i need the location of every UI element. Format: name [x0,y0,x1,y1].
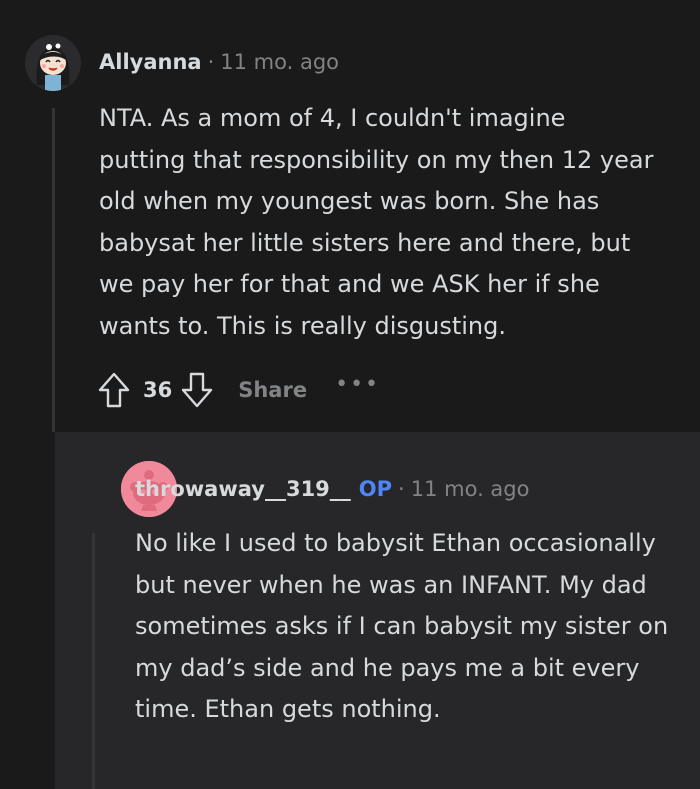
meta-separator: · [398,477,405,501]
thread-collapse-line[interactable] [92,533,95,789]
cartoon-girl-avatar-icon [25,35,81,91]
comment-meta: Allyanna · 11 mo. ago [99,50,339,74]
share-button[interactable]: Share [238,378,307,402]
comment-username[interactable]: Allyanna [99,50,202,74]
downvote-icon[interactable] [180,371,214,409]
op-badge: OP [358,477,393,501]
reply-comment: throwaway__319__ OP · 11 mo. ago No like I … [55,432,700,789]
comment-actions: 36 Share ••• [97,368,380,412]
comment-body: NTA. As a mom of 4, I couldn't imagine p… [99,104,654,340]
meta-separator: · [207,50,215,74]
reply-meta: throwaway__319__ OP · 11 mo. ago [135,477,529,501]
more-options-button[interactable]: ••• [335,372,380,397]
avatar[interactable] [25,35,81,91]
parent-comment: Allyanna · 11 mo. ago NTA. As a mom of 4, … [0,0,700,432]
reply-username[interactable]: throwaway__319__ [135,477,351,501]
reply-body: No like I used to babysit Ethan occasion… [135,529,669,723]
upvote-icon[interactable] [97,371,131,409]
reply-timestamp[interactable]: 11 mo. ago [411,477,530,501]
comment-timestamp[interactable]: 11 mo. ago [220,50,339,74]
vote-score: 36 [143,378,173,402]
thread-collapse-line[interactable] [52,108,55,432]
